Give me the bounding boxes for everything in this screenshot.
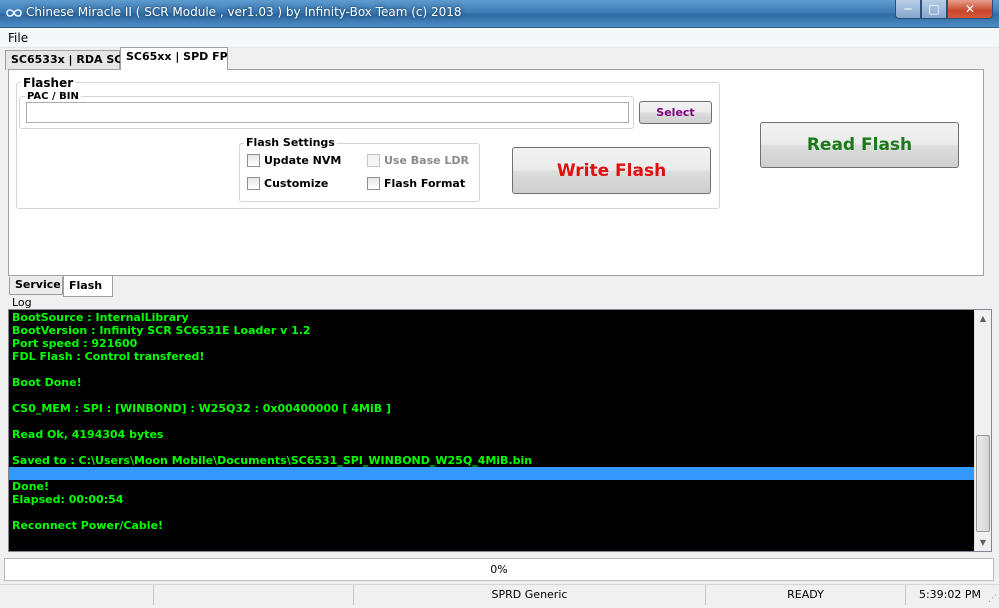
infinity-icon <box>6 9 22 17</box>
scroll-up-icon[interactable]: ▲ <box>975 310 991 327</box>
checkbox-box <box>247 154 260 167</box>
scrollbar-thumb[interactable] <box>976 435 990 532</box>
pac-bin-path-input[interactable] <box>26 102 629 123</box>
log-label: Log <box>12 296 32 309</box>
log-line: Port speed : 921600 <box>12 337 138 350</box>
tab-flash[interactable]: Flash <box>63 276 113 297</box>
log-scrollbar[interactable]: ▲ ▼ <box>974 310 991 551</box>
log-line: Done! <box>12 480 49 493</box>
flash-settings-label: Flash Settings <box>244 136 337 149</box>
close-button[interactable]: ✕ <box>947 0 993 19</box>
log-lines: BootSource : InternalLibrary BootVersion … <box>9 311 974 532</box>
flasher-group-label: Flasher <box>21 76 76 90</box>
tab-rda-sc[interactable]: SC6533x | RDA SC <box>5 50 122 70</box>
log-output[interactable]: BootSource : InternalLibrary BootVersion … <box>8 309 992 552</box>
use-base-ldr-label: Use Base LDR <box>384 154 470 167</box>
scroll-down-icon[interactable]: ▼ <box>975 534 991 551</box>
update-nvm-label: Update NVM <box>264 154 342 167</box>
checkbox-box <box>367 177 380 190</box>
status-platform: SPRD Generic <box>354 585 706 605</box>
checkbox-box <box>247 177 260 190</box>
status-bar: SPRD Generic READY 5:39:02 PM ⋰ <box>0 584 999 608</box>
log-line <box>9 467 974 480</box>
menu-file[interactable]: File <box>8 31 28 45</box>
log-line: Read Ok, 4194304 bytes <box>12 428 164 441</box>
window-title: Chinese Miracle II ( SCR Module , ver1.0… <box>26 5 462 19</box>
resize-grip-icon[interactable]: ⋰ <box>988 594 997 604</box>
log-line: CS0_MEM : SPI : [WINBOND] : W25Q32 : 0x0… <box>12 402 392 415</box>
maximize-button[interactable]: □ <box>921 0 947 19</box>
maximize-icon: □ <box>928 2 940 16</box>
write-flash-button[interactable]: Write Flash <box>512 147 711 194</box>
read-flash-button[interactable]: Read Flash <box>760 122 959 168</box>
menu-bar: File <box>0 28 999 48</box>
use-base-ldr-checkbox: Use Base LDR <box>367 154 469 167</box>
status-cell-2 <box>154 585 354 605</box>
update-nvm-checkbox[interactable]: Update NVM <box>247 154 341 167</box>
flash-settings-group <box>239 143 480 202</box>
log-line: BootVersion : Infinity SCR SC6531E Loade… <box>12 324 311 337</box>
title-bar: Chinese Miracle II ( SCR Module , ver1.0… <box>0 0 999 28</box>
flash-format-checkbox[interactable]: Flash Format <box>367 177 465 190</box>
tab-service[interactable]: Service <box>9 277 63 295</box>
customize-label: Customize <box>264 177 329 190</box>
close-icon: ✕ <box>964 2 976 16</box>
minimize-icon: ─ <box>904 2 912 16</box>
customize-checkbox[interactable]: Customize <box>247 177 328 190</box>
status-time: 5:39:02 PM <box>918 588 981 601</box>
log-line: BootSource : InternalLibrary <box>12 311 189 324</box>
log-line: Boot Done! <box>12 376 82 389</box>
log-line: Saved to : C:\Users\Moon Mobile\Document… <box>12 454 533 467</box>
progress-text: 0% <box>490 563 508 576</box>
status-cell-1 <box>0 585 154 605</box>
log-line: Elapsed: 00:00:54 <box>12 493 124 506</box>
flash-format-label: Flash Format <box>384 177 466 190</box>
pac-bin-label: PAC / BIN <box>25 91 81 102</box>
log-line: Reconnect Power/Cable! <box>12 519 164 532</box>
minimize-button[interactable]: ─ <box>895 0 921 19</box>
checkbox-box <box>367 154 380 167</box>
status-state: READY <box>706 585 906 605</box>
log-line: FDL Flash : Control transfered! <box>12 350 205 363</box>
select-button[interactable]: Select <box>639 101 712 124</box>
progress-bar: 0% <box>4 558 994 581</box>
tab-spd-fp[interactable]: SC65xx | SPD FP <box>120 47 228 70</box>
